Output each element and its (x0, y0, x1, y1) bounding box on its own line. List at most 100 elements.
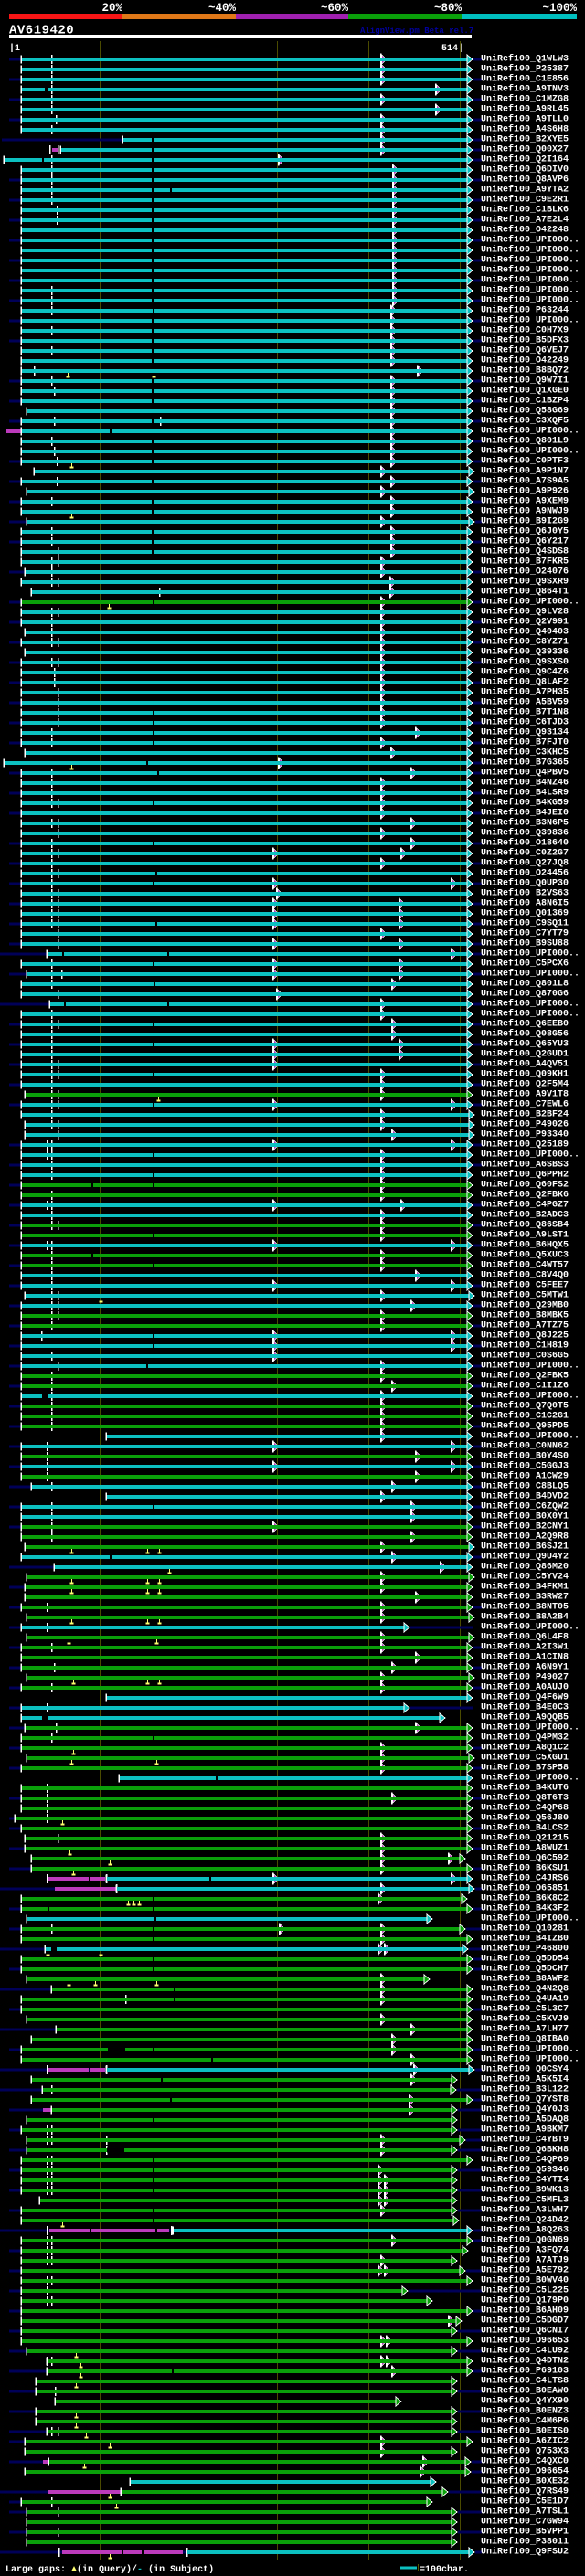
svg-text:UniRef100_A9BKM7: UniRef100_A9BKM7 (481, 2125, 569, 2136)
svg-text:UniRef100_C0S6G5: UniRef100_C0S6G5 (481, 1351, 569, 1362)
svg-text:UniRef100_C0PTF3: UniRef100_C0PTF3 (481, 456, 569, 467)
svg-text:UniRef100_Q9SXR9: UniRef100_Q9SXR9 (481, 577, 569, 588)
svg-text:UniRef100_O42248: UniRef100_O42248 (481, 225, 569, 236)
svg-text:UniRef100_C1BZP4: UniRef100_C1BZP4 (481, 396, 569, 407)
svg-text:UniRef100_Q56J80: UniRef100_Q56J80 (481, 1813, 569, 1824)
svg-text:UniRef100_Q870G6: UniRef100_Q870G6 (481, 989, 569, 1000)
svg-text:UniRef100_B4LSR9: UniRef100_B4LSR9 (481, 788, 569, 799)
svg-text:Large gaps: ▲(in Query)/- (in: Large gaps: ▲(in Query)/- (in Subject) (5, 2564, 214, 2575)
svg-text:UniRef100_C5MFL3: UniRef100_C5MFL3 (481, 2195, 569, 2206)
svg-text:UniRef100_Q9C4Z6: UniRef100_Q9C4Z6 (481, 667, 569, 678)
svg-text:UniRef100_B8A2B4: UniRef100_B8A2B4 (481, 1612, 569, 1623)
svg-text:UniRef100_C1I1Z6: UniRef100_C1I1Z6 (481, 1381, 569, 1392)
svg-text:UniRef100_B7SP58: UniRef100_B7SP58 (481, 1763, 569, 1774)
svg-text:UniRef100_Q93134: UniRef100_Q93134 (481, 727, 569, 738)
svg-text:UniRef100_A8Q1C2: UniRef100_A8Q1C2 (481, 1743, 569, 1754)
svg-text:UniRef100_A2Q9R8: UniRef100_A2Q9R8 (481, 1532, 569, 1542)
svg-text:UniRef100_UPI000..: UniRef100_UPI000.. (481, 275, 580, 286)
svg-text:UniRef100_C8BLQ5: UniRef100_C8BLQ5 (481, 1481, 569, 1492)
svg-text:UniRef100_UPI000..: UniRef100_UPI000.. (481, 2044, 580, 2055)
svg-text:UniRef100_Q6PPH2: UniRef100_Q6PPH2 (481, 1170, 569, 1181)
svg-text:UniRef100_A9NWJ9: UniRef100_A9NWJ9 (481, 506, 569, 517)
svg-text:UniRef100_B0Y4S0: UniRef100_B0Y4S0 (481, 1451, 569, 1462)
svg-text:UniRef100_Q4DTN2: UniRef100_Q4DTN2 (481, 2356, 569, 2367)
svg-text:UniRef100_Q753X3: UniRef100_Q753X3 (481, 2446, 569, 2457)
svg-text:UniRef100_C4M6P6: UniRef100_C4M6P6 (481, 2416, 569, 2427)
svg-text:UniRef100_B6KSU1: UniRef100_B6KSU1 (481, 1863, 569, 1874)
svg-text:UniRef100_C1BLK6: UniRef100_C1BLK6 (481, 205, 569, 216)
svg-text:UniRef100_UPI000..: UniRef100_UPI000.. (481, 1723, 580, 1733)
svg-text:UniRef100_Q27JQ8: UniRef100_Q27JQ8 (481, 858, 569, 869)
svg-text:UniRef100_O96653: UniRef100_O96653 (481, 2336, 569, 2347)
svg-text:UniRef100_C4WT57: UniRef100_C4WT57 (481, 1260, 569, 1271)
svg-text:UniRef100_UPI000..: UniRef100_UPI000.. (481, 1622, 580, 1633)
svg-text:UniRef100_A5DAQ8: UniRef100_A5DAQ8 (481, 2115, 569, 2125)
svg-text:UniRef100_B4JEI0: UniRef100_B4JEI0 (481, 808, 569, 819)
svg-text:UniRef100_C4LTS8: UniRef100_C4LTS8 (481, 2376, 569, 2387)
svg-text:UniRef100_Q2GUD1: UniRef100_Q2GUD1 (481, 1049, 569, 1060)
svg-text:UniRef100_C5KVJ9: UniRef100_C5KVJ9 (481, 2014, 569, 2025)
svg-text:UniRef100_C6TJD3: UniRef100_C6TJD3 (481, 717, 569, 728)
svg-text:UniRef100_Q6CNI7: UniRef100_Q6CNI7 (481, 2326, 569, 2337)
svg-text:UniRef100_Q39836: UniRef100_Q39836 (481, 828, 569, 839)
svg-text:UniRef100_Q4PM32: UniRef100_Q4PM32 (481, 1733, 569, 1744)
svg-text:UniRef100_A4QV51: UniRef100_A4QV51 (481, 1059, 569, 1070)
svg-text:UniRef100_Q1XGE0: UniRef100_Q1XGE0 (481, 386, 569, 397)
svg-text:UniRef100_C4QP68: UniRef100_C4QP68 (481, 1803, 569, 1814)
svg-text:UniRef100_B6K8C2: UniRef100_B6K8C2 (481, 1893, 569, 1904)
svg-text:UniRef100_C4QXC0: UniRef100_C4QXC0 (481, 2456, 569, 2467)
svg-text:UniRef100_B4NZ46: UniRef100_B4NZ46 (481, 778, 569, 789)
svg-text:UniRef100_O96654: UniRef100_O96654 (481, 2466, 569, 2477)
svg-text:UniRef100_C1E856: UniRef100_C1E856 (481, 74, 569, 85)
svg-text:UniRef100_A9RL45: UniRef100_A9RL45 (481, 104, 569, 115)
svg-text:UniRef100_Q9SXS0: UniRef100_Q9SXS0 (481, 657, 569, 668)
svg-text:UniRef100_C9SQ11: UniRef100_C9SQ11 (481, 918, 569, 929)
svg-text:UniRef100_C1MZG8: UniRef100_C1MZG8 (481, 94, 569, 105)
svg-text:UniRef100_Q6Y217: UniRef100_Q6Y217 (481, 536, 569, 547)
svg-text:UniRef100_Q0CSY4: UniRef100_Q0CSY4 (481, 2064, 569, 2075)
svg-text:UniRef100_C4YTI4: UniRef100_C4YTI4 (481, 2175, 569, 2186)
svg-text:UniRef100_B8MBK5: UniRef100_B8MBK5 (481, 1310, 569, 1321)
svg-text:UniRef100_C4PGZ7: UniRef100_C4PGZ7 (481, 1200, 569, 1211)
svg-text:UniRef100_B5DFX3: UniRef100_B5DFX3 (481, 335, 569, 346)
svg-text:UniRef100_Q4SDS8: UniRef100_Q4SDS8 (481, 546, 569, 557)
svg-text:UniRef100_UPI000..: UniRef100_UPI000.. (481, 255, 580, 266)
svg-text:UniRef100_B6HQX5: UniRef100_B6HQX5 (481, 1240, 569, 1251)
svg-text:UniRef100_Q29MB0: UniRef100_Q29MB0 (481, 1300, 569, 1311)
svg-text:UniRef100_Q9U4Y2: UniRef100_Q9U4Y2 (481, 1552, 569, 1563)
svg-text:UniRef100_Q08G56: UniRef100_Q08G56 (481, 1029, 569, 1040)
svg-text:UniRef100_B2VS63: UniRef100_B2VS63 (481, 888, 569, 899)
svg-text:UniRef100_B4FKM1: UniRef100_B4FKM1 (481, 1582, 569, 1593)
svg-text:UniRef100_Q7Q0T5: UniRef100_Q7Q0T5 (481, 1401, 569, 1412)
svg-text:=100char.: =100char. (420, 2564, 469, 2575)
svg-text:UniRef100_B7G365: UniRef100_B7G365 (481, 758, 569, 769)
svg-text:UniRef100_UPI000..: UniRef100_UPI000.. (481, 446, 580, 457)
svg-text:UniRef100_Q5DD54: UniRef100_Q5DD54 (481, 1954, 569, 1965)
svg-text:UniRef100_Q2V991: UniRef100_Q2V991 (481, 617, 569, 628)
svg-text:UniRef100_C7EWL6: UniRef100_C7EWL6 (481, 1099, 569, 1110)
svg-text:UniRef100_UPI000..: UniRef100_UPI000.. (481, 949, 580, 959)
svg-text:UniRef100_A8N6I5: UniRef100_A8N6I5 (481, 898, 569, 909)
svg-text:UniRef100_Q60FS2: UniRef100_Q60FS2 (481, 1180, 569, 1191)
svg-text:UniRef100_C0H7X9: UniRef100_C0H7X9 (481, 325, 569, 336)
svg-text:UniRef100_B4K3F2: UniRef100_B4K3F2 (481, 1903, 569, 1914)
svg-text:UniRef100_P25387: UniRef100_P25387 (481, 64, 569, 75)
svg-text:UniRef100_A7TSL1: UniRef100_A7TSL1 (481, 2507, 569, 2518)
svg-text:UniRef100_B4LCS2: UniRef100_B4LCS2 (481, 1823, 569, 1834)
svg-text:UniRef100_A7LH77: UniRef100_A7LH77 (481, 2024, 569, 2035)
svg-text:UniRef100_Q5XUC3: UniRef100_Q5XUC3 (481, 1250, 569, 1261)
svg-text:UniRef100_A2I3W1: UniRef100_A2I3W1 (481, 1642, 569, 1653)
svg-text:UniRef100_Q59S46: UniRef100_Q59S46 (481, 2165, 569, 2176)
svg-text:UniRef100_C5DGD7: UniRef100_C5DGD7 (481, 2316, 569, 2327)
svg-text:UniRef100_A7E2L4: UniRef100_A7E2L4 (481, 215, 569, 226)
svg-text:UniRef100_A9YTA2: UniRef100_A9YTA2 (481, 185, 569, 196)
svg-text:UniRef100_A8Q263: UniRef100_A8Q263 (481, 2225, 569, 2236)
svg-text:UniRef100_Q9W7I1: UniRef100_Q9W7I1 (481, 376, 569, 387)
svg-text:UniRef100_B0XE32: UniRef100_B0XE32 (481, 2476, 569, 2487)
svg-text:UniRef100_B7FKR5: UniRef100_B7FKR5 (481, 557, 569, 567)
svg-text:UniRef100_UPI000..: UniRef100_UPI000.. (481, 245, 580, 256)
svg-text:UniRef100_UPI000..: UniRef100_UPI000.. (481, 1913, 580, 1924)
svg-text:UniRef100_Q2F5M4: UniRef100_Q2F5M4 (481, 1079, 569, 1090)
svg-text:UniRef100_C4QP69: UniRef100_C4QP69 (481, 2155, 569, 2166)
svg-text:UniRef100_P69103: UniRef100_P69103 (481, 2366, 569, 2377)
